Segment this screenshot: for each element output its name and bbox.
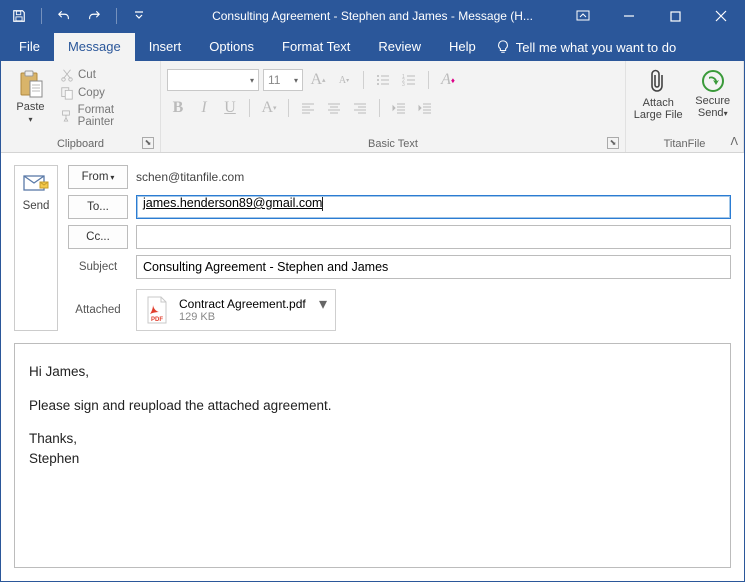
basic-text-launcher-icon[interactable]: ⬊ bbox=[607, 137, 619, 149]
svg-text:3: 3 bbox=[402, 82, 405, 87]
format-painter-icon bbox=[60, 109, 74, 123]
secure-send-button[interactable]: Secure Send▾ bbox=[688, 65, 737, 131]
compose-header: Send From▾ schen@titanfile.com To... jam… bbox=[1, 153, 744, 343]
format-painter-button[interactable]: Format Painter bbox=[58, 103, 154, 129]
numbering-icon[interactable]: 123 bbox=[398, 69, 420, 91]
send-button[interactable]: Send bbox=[14, 165, 58, 331]
body-line: Stephen bbox=[29, 449, 716, 469]
font-color-icon[interactable]: A▾ bbox=[258, 97, 280, 119]
ribbon-tabs: File Message Insert Options Format Text … bbox=[1, 31, 744, 61]
font-size-combo[interactable]: 11▾ bbox=[263, 69, 303, 91]
decrease-indent-icon[interactable] bbox=[388, 97, 410, 119]
quick-access-toolbar bbox=[7, 4, 151, 28]
subject-label: Subject bbox=[68, 261, 128, 273]
copy-icon bbox=[60, 86, 74, 100]
qat-customize-icon[interactable] bbox=[127, 4, 151, 28]
font-name-combo[interactable]: ▾ bbox=[167, 69, 259, 91]
body-line: Please sign and reupload the attached ag… bbox=[29, 396, 716, 416]
copy-button[interactable]: Copy bbox=[58, 85, 154, 101]
collapse-ribbon-icon[interactable]: ᐱ bbox=[730, 135, 738, 148]
lightbulb-icon bbox=[496, 40, 510, 54]
to-button[interactable]: To... bbox=[68, 195, 128, 219]
group-basic-text: ▾ 11▾ A▴ A▾ 123 A♦ B I U A▾ bbox=[161, 61, 626, 152]
cut-icon bbox=[60, 68, 74, 82]
send-icon bbox=[21, 172, 51, 194]
tab-options[interactable]: Options bbox=[195, 33, 268, 61]
paperclip-icon bbox=[647, 69, 669, 95]
pdf-icon: PDF bbox=[143, 295, 171, 325]
tab-format-text[interactable]: Format Text bbox=[268, 33, 364, 61]
attach-large-file-button[interactable]: Attach Large File bbox=[632, 65, 684, 131]
align-left-icon[interactable] bbox=[297, 97, 319, 119]
shrink-font-icon[interactable]: A▾ bbox=[333, 69, 355, 91]
bold-icon[interactable]: B bbox=[167, 97, 189, 119]
attachment-dropdown-icon[interactable]: ▾ bbox=[319, 294, 331, 306]
minimize-button[interactable] bbox=[606, 1, 652, 31]
ribbon: Paste▾ Cut Copy Format Painter bbox=[1, 61, 744, 153]
redo-icon[interactable] bbox=[82, 4, 106, 28]
italic-icon[interactable]: I bbox=[193, 97, 215, 119]
bullets-icon[interactable] bbox=[372, 69, 394, 91]
maximize-button[interactable] bbox=[652, 1, 698, 31]
window-controls bbox=[560, 1, 744, 31]
undo-icon[interactable] bbox=[52, 4, 76, 28]
paste-button[interactable]: Paste▾ bbox=[7, 65, 54, 131]
tab-review[interactable]: Review bbox=[364, 33, 435, 61]
body-line: Hi James, bbox=[29, 362, 716, 382]
message-body[interactable]: Hi James, Please sign and reupload the a… bbox=[14, 343, 731, 568]
save-icon[interactable] bbox=[7, 4, 31, 28]
secure-send-icon bbox=[701, 69, 725, 93]
subject-field[interactable] bbox=[136, 255, 731, 279]
clipboard-launcher-icon[interactable]: ⬊ bbox=[142, 137, 154, 149]
paste-icon bbox=[17, 69, 45, 99]
tab-help[interactable]: Help bbox=[435, 33, 490, 61]
tab-message[interactable]: Message bbox=[54, 33, 135, 61]
increase-indent-icon[interactable] bbox=[414, 97, 436, 119]
attachment-size: 129 KB bbox=[179, 311, 306, 323]
title-bar: Consulting Agreement - Stephen and James… bbox=[1, 1, 744, 31]
ribbon-display-options-icon[interactable] bbox=[560, 1, 606, 31]
from-button[interactable]: From▾ bbox=[68, 165, 128, 189]
cc-button[interactable]: Cc... bbox=[68, 225, 128, 249]
align-center-icon[interactable] bbox=[323, 97, 345, 119]
grow-font-icon[interactable]: A▴ bbox=[307, 69, 329, 91]
attachment-name: Contract Agreement.pdf bbox=[179, 297, 306, 311]
close-button[interactable] bbox=[698, 1, 744, 31]
group-clipboard: Paste▾ Cut Copy Format Painter bbox=[1, 61, 161, 152]
tab-insert[interactable]: Insert bbox=[135, 33, 196, 61]
body-line: Thanks, bbox=[29, 429, 716, 449]
cc-field[interactable] bbox=[136, 225, 731, 249]
attachment-item[interactable]: PDF Contract Agreement.pdf 129 KB ▾ bbox=[136, 289, 336, 331]
cut-button[interactable]: Cut bbox=[58, 67, 154, 83]
window-title: Consulting Agreement - Stephen and James… bbox=[212, 9, 533, 23]
align-right-icon[interactable] bbox=[349, 97, 371, 119]
attached-label: Attached bbox=[68, 304, 128, 316]
outlook-message-window: Consulting Agreement - Stephen and James… bbox=[0, 0, 745, 582]
group-titanfile: Attach Large File Secure Send▾ TitanFile bbox=[626, 61, 744, 152]
clear-format-icon[interactable]: A♦ bbox=[437, 69, 459, 91]
tell-me-search[interactable]: Tell me what you want to do bbox=[496, 33, 676, 61]
underline-icon[interactable]: U bbox=[219, 97, 241, 119]
tab-file[interactable]: File bbox=[5, 33, 54, 61]
from-address: schen@titanfile.com bbox=[136, 170, 244, 184]
svg-text:PDF: PDF bbox=[151, 317, 163, 323]
to-field[interactable]: james.henderson89@gmail.com bbox=[136, 195, 731, 219]
